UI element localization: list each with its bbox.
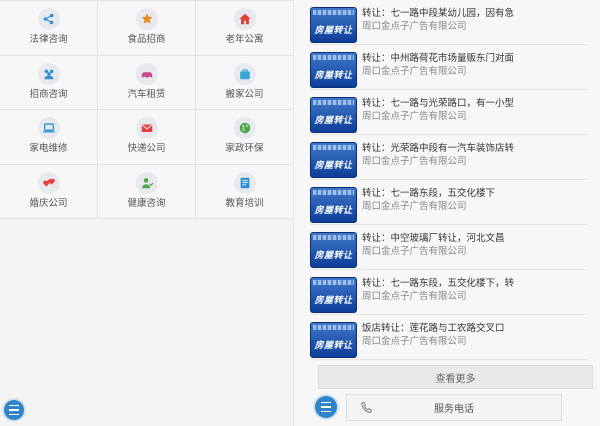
category-label: 婚庆公司 (29, 197, 68, 209)
thumbnail-badge: 房屋转让 (314, 116, 353, 126)
category-label: 招商咨询 (29, 88, 68, 100)
thumbnail-badge: 房屋转让 (314, 341, 353, 351)
mail-icon (135, 117, 158, 139)
category-item[interactable]: 老年公寓 (196, 1, 293, 56)
listing-text: 转让：中空玻璃厂转让，河北文昌 周口金点子广告有限公司 (362, 232, 582, 259)
listing-text: 转让：七一路与光荣路口，有一小型 周口金点子广告有限公司 (362, 97, 582, 124)
listing-thumbnail: 房屋转让 (310, 142, 357, 178)
listing-thumbnail: 房屋转让 (310, 232, 357, 268)
person-icon (135, 171, 158, 194)
listing-list: 房屋转让 转让：七一路中段某幼儿园，因有急 周口金点子广告有限公司 房屋转让 转… (310, 0, 588, 360)
category-label: 快递公司 (127, 143, 166, 154)
category-item[interactable]: 招商咨询 (0, 55, 98, 110)
listing-text: 转让：七一路中段某幼儿园，因有急 周口金点子广告有限公司 (362, 7, 582, 34)
listing-thumbnail: 房屋转让 (310, 187, 357, 223)
listing-item[interactable]: 房屋转让 饭店转让：莲花路与工农路交叉口 周口金点子广告有限公司 (310, 315, 588, 360)
category-item[interactable]: 教育培训 (196, 164, 293, 219)
share-icon (37, 8, 60, 30)
category-item[interactable]: 健康咨询 (98, 164, 196, 219)
listing-thumbnail: 房屋转让 (310, 7, 357, 43)
listing-title: 转让：七一路东段，五交化楼下，转 (362, 278, 515, 289)
thumbnail-badge: 房屋转让 (314, 251, 353, 261)
category-item[interactable]: 食品招商 (98, 1, 196, 56)
menu-button-left[interactable] (4, 400, 24, 420)
category-item[interactable]: 家政环保 (196, 110, 293, 165)
bottom-bar: 服务电话 (294, 392, 600, 426)
listing-title: 转让：光荣路中段有一汽车装饰店转 (362, 143, 515, 154)
service-phone-button[interactable]: 服务电话 (346, 394, 562, 421)
hearts-icon (37, 171, 60, 194)
listing-text: 转让：七一路东段，五交化楼下，转 周口金点子广告有限公司 (362, 277, 582, 304)
category-item[interactable]: 家电维修 (0, 110, 98, 165)
phone-icon (361, 401, 373, 413)
listing-title: 转让：中空玻璃厂转让，河北文昌 (362, 233, 505, 244)
listing-title: 转让：中州路荷花市场量贩东门对面 (362, 53, 515, 64)
category-label: 教育培训 (225, 197, 264, 209)
listing-company: 周口金点子广告有限公司 (362, 291, 467, 302)
thumbnail-badge: 房屋转让 (314, 296, 353, 306)
category-panel: 法律咨询 食品招商 老年公寓招商咨询 汽车租赁 搬家公司家电维修 快递公司 家政环保婚庆公司… (0, 0, 293, 426)
listing-title: 转让：七一路东段，五交化楼下 (362, 188, 496, 199)
category-label: 汽车租赁 (127, 88, 166, 100)
listing-thumbnail: 房屋转让 (310, 277, 357, 313)
listing-company: 周口金点子广告有限公司 (362, 336, 467, 347)
listing-thumbnail: 房屋转让 (310, 52, 357, 88)
thumbnail-badge: 房屋转让 (314, 206, 353, 216)
listing-text: 饭店转让：莲花路与工农路交叉口 周口金点子广告有限公司 (362, 322, 582, 349)
category-item[interactable]: 搬家公司 (196, 55, 293, 110)
listing-title: 转让：七一路中段某幼儿园，因有急 (362, 8, 515, 19)
category-label: 食品招商 (127, 34, 166, 45)
listing-company: 周口金点子广告有限公司 (362, 246, 467, 257)
listing-thumbnail: 房屋转让 (310, 97, 357, 133)
thumbnail-badge: 房屋转让 (314, 71, 353, 81)
category-label: 法律咨询 (29, 34, 68, 45)
listing-item[interactable]: 房屋转让 转让：中空玻璃厂转让，河北文昌 周口金点子广告有限公司 (310, 225, 588, 270)
listing-item[interactable]: 房屋转让 转让：七一路与光荣路口，有一小型 周口金点子广告有限公司 (310, 90, 588, 135)
laptop-icon (37, 117, 60, 139)
category-label: 老年公寓 (225, 34, 264, 45)
category-label: 健康咨询 (127, 197, 166, 209)
menu-icon (321, 400, 331, 414)
category-item[interactable]: 婚庆公司 (0, 164, 98, 219)
listing-company: 周口金点子广告有限公司 (362, 156, 467, 167)
listing-text: 转让：中州路荷花市场量贩东门对面 周口金点子广告有限公司 (362, 52, 582, 79)
listing-company: 周口金点子广告有限公司 (362, 111, 467, 122)
thumbnail-badge: 房屋转让 (314, 26, 353, 36)
category-label: 搬家公司 (225, 88, 264, 100)
app-root: 法律咨询 食品招商 老年公寓招商咨询 汽车租赁 搬家公司家电维修 快递公司 家政环保婚庆公司… (0, 0, 600, 426)
thumbnail-badge: 房屋转让 (314, 161, 353, 171)
listing-company: 周口金点子广告有限公司 (362, 21, 467, 32)
category-label: 家电维修 (29, 143, 68, 154)
document-icon (233, 171, 256, 194)
people-icon (37, 62, 60, 85)
listing-thumbnail: 房屋转让 (310, 322, 357, 358)
category-grid: 法律咨询 食品招商 老年公寓招商咨询 汽车租赁 搬家公司家电维修 快递公司 家政环保婚庆公司… (0, 0, 293, 219)
listing-company: 周口金点子广告有限公司 (362, 66, 467, 77)
listing-text: 转让：七一路东段，五交化楼下 周口金点子广告有限公司 (362, 187, 582, 214)
listing-title: 转让：七一路与光荣路口，有一小型 (362, 98, 515, 109)
bag-icon (233, 62, 256, 85)
service-phone-label: 服务电话 (434, 404, 474, 415)
listing-panel: 房屋转让 转让：七一路中段某幼儿园，因有急 周口金点子广告有限公司 房屋转让 转… (294, 0, 600, 426)
category-item[interactable]: 快递公司 (98, 110, 196, 165)
listing-item[interactable]: 房屋转让 转让：七一路中段某幼儿园，因有急 周口金点子广告有限公司 (310, 0, 588, 45)
star-icon (135, 8, 158, 30)
listing-item[interactable]: 房屋转让 转让：七一路东段，五交化楼下，转 周口金点子广告有限公司 (310, 270, 588, 315)
car-icon (135, 62, 158, 85)
view-more-button[interactable]: 查看更多 (318, 365, 593, 389)
category-label: 家政环保 (225, 143, 264, 154)
globe-icon (233, 117, 256, 139)
category-item[interactable]: 法律咨询 (0, 1, 98, 56)
listing-item[interactable]: 房屋转让 转让：光荣路中段有一汽车装饰店转 周口金点子广告有限公司 (310, 135, 588, 180)
listing-item[interactable]: 房屋转让 转让：七一路东段，五交化楼下 周口金点子广告有限公司 (310, 180, 588, 225)
listing-text: 转让：光荣路中段有一汽车装饰店转 周口金点子广告有限公司 (362, 142, 582, 169)
listing-item[interactable]: 房屋转让 转让：中州路荷花市场量贩东门对面 周口金点子广告有限公司 (310, 45, 588, 90)
house-icon (233, 8, 256, 30)
menu-icon (9, 403, 19, 417)
category-item[interactable]: 汽车租赁 (98, 55, 196, 110)
listing-company: 周口金点子广告有限公司 (362, 201, 467, 212)
menu-button-right[interactable] (315, 396, 337, 418)
listing-title: 饭店转让：莲花路与工农路交叉口 (362, 323, 505, 334)
